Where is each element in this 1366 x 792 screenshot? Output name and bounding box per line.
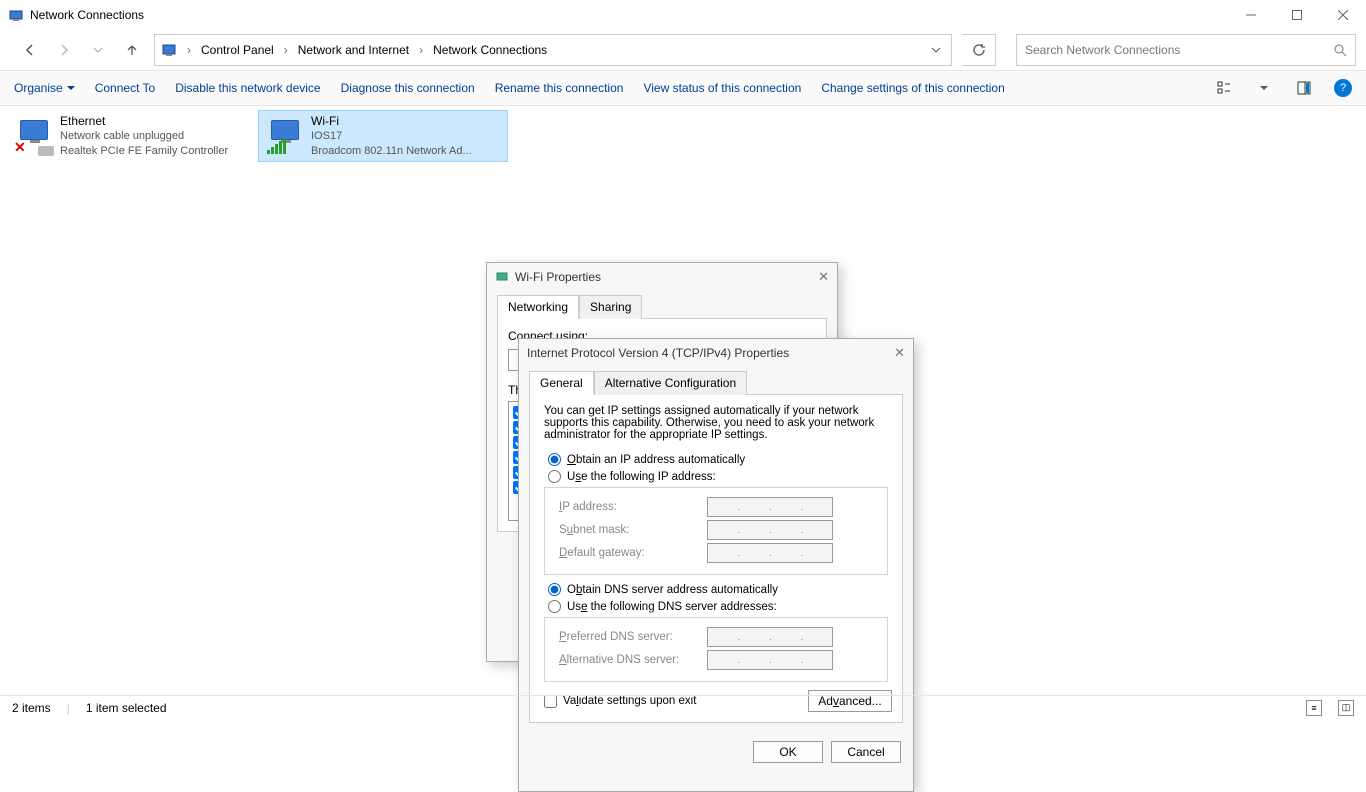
connection-status: IOS17 [311,129,472,144]
diagnose-button[interactable]: Diagnose this connection [341,81,475,95]
description-text: You can get IP settings assigned automat… [544,405,888,441]
connection-status: Network cable unplugged [60,129,228,144]
connection-item-wifi[interactable]: Wi-Fi IOS17 Broadcom 802.11n Network Ad.… [258,110,508,162]
navigation-bar: › Control Panel › Network and Internet ›… [0,30,1366,70]
close-button[interactable] [1320,0,1366,30]
breadcrumb-mid[interactable]: Network and Internet [298,43,409,57]
tab-networking[interactable]: Networking [497,295,579,319]
up-button[interactable] [120,38,144,62]
view-options-button[interactable] [1214,78,1234,98]
subnet-input[interactable]: ... [707,520,833,540]
connection-name: Ethernet [60,114,228,129]
ip-manual-radio[interactable] [548,470,561,483]
dialog-title: Internet Protocol Version 4 (TCP/IPv4) P… [527,346,894,360]
dns-manual-radio[interactable] [548,600,561,613]
tab-sharing[interactable]: Sharing [579,295,642,319]
dns-fieldset: Preferred DNS server:... Alternative DNS… [544,617,888,682]
breadcrumb-chevron-icon[interactable]: › [280,43,292,57]
back-button[interactable] [18,38,42,62]
organise-menu[interactable]: Organise [14,81,75,95]
breadcrumb-root[interactable]: Control Panel [201,43,274,57]
ip-auto-label[interactable]: Obtain an IP address automatically [567,454,745,466]
ip-address-input[interactable]: ... [707,497,833,517]
connection-device: Realtek PCIe FE Family Controller [60,144,228,159]
search-placeholder: Search Network Connections [1025,43,1333,57]
ok-button[interactable]: OK [753,741,823,763]
refresh-button[interactable] [962,34,996,66]
ip-address-label: IP address: [559,501,707,513]
large-icons-view-icon[interactable]: ◫ [1338,700,1354,716]
dns-auto-label[interactable]: Obtain DNS server address automatically [567,584,778,596]
tab-general[interactable]: General [529,371,594,395]
cancel-button[interactable]: Cancel [831,741,901,763]
alt-dns-input[interactable]: ... [707,650,833,670]
change-settings-button[interactable]: Change settings of this connection [821,81,1004,95]
view-dropdown-icon[interactable] [1254,78,1274,98]
status-bar: 2 items | 1 item selected ≡ ◫ [0,695,1366,719]
address-bar[interactable]: › Control Panel › Network and Internet ›… [154,34,952,66]
tab-alternative-configuration[interactable]: Alternative Configuration [594,371,747,395]
gateway-input[interactable]: ... [707,543,833,563]
close-icon[interactable]: ✕ [894,345,905,361]
dialog-title: Wi-Fi Properties [515,270,818,284]
view-status-button[interactable]: View status of this connection [643,81,801,95]
connect-to-button[interactable]: Connect To [95,81,156,95]
dns-manual-label[interactable]: Use the following DNS server addresses: [567,601,777,613]
preview-pane-button[interactable] [1294,78,1314,98]
pref-dns-input[interactable]: ... [707,627,833,647]
window-title: Network Connections [30,8,1228,22]
control-panel-icon [161,42,177,58]
forward-button[interactable] [52,38,76,62]
rename-button[interactable]: Rename this connection [495,81,624,95]
connection-name: Wi-Fi [311,114,472,129]
search-icon [1333,43,1347,57]
app-icon [8,7,24,23]
ipv4-properties-dialog: Internet Protocol Version 4 (TCP/IPv4) P… [518,338,914,792]
gateway-label: Default gateway: [559,547,707,559]
ethernet-icon: ✕ [14,116,54,156]
disable-device-button[interactable]: Disable this network device [175,81,320,95]
close-icon[interactable]: ✕ [818,269,829,285]
breadcrumb-leaf[interactable]: Network Connections [433,43,547,57]
breadcrumb-dropdown-icon[interactable] [927,47,945,53]
search-input[interactable]: Search Network Connections [1016,34,1356,66]
item-count: 2 items [12,701,51,715]
alt-dns-label: Alternative DNS server: [559,654,707,666]
connections-view: ✕ Ethernet Network cable unplugged Realt… [0,106,1366,682]
breadcrumb-chevron-icon[interactable]: › [415,43,427,57]
selection-count: 1 item selected [86,701,167,715]
network-icon [495,270,509,284]
ip-fieldset: IP address:... Subnet mask:... Default g… [544,487,888,575]
window-titlebar: Network Connections [0,0,1366,30]
minimize-button[interactable] [1228,0,1274,30]
details-view-icon[interactable]: ≡ [1306,700,1322,716]
ip-manual-label[interactable]: Use the following IP address: [567,471,716,483]
help-button[interactable]: ? [1334,79,1352,97]
ip-auto-radio[interactable] [548,453,561,466]
command-toolbar: Organise Connect To Disable this network… [0,70,1366,106]
wifi-icon [265,116,305,156]
breadcrumb-chevron-icon[interactable]: › [183,43,195,57]
pref-dns-label: Preferred DNS server: [559,631,707,643]
connection-device: Broadcom 802.11n Network Ad... [311,144,472,159]
recent-dropdown[interactable] [86,38,110,62]
dns-auto-radio[interactable] [548,583,561,596]
maximize-button[interactable] [1274,0,1320,30]
subnet-label: Subnet mask: [559,524,707,536]
connection-item-ethernet[interactable]: ✕ Ethernet Network cable unplugged Realt… [8,110,258,162]
